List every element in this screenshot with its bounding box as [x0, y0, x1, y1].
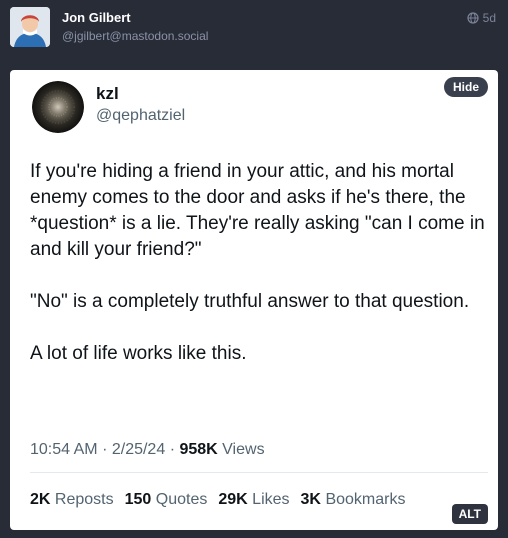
post-timestamp[interactable]: 5d: [467, 11, 496, 25]
tweet-stats: 2K Reposts 150 Quotes 29K Likes 3K Bookmark…: [30, 491, 405, 509]
globe-icon: [467, 12, 479, 24]
tweet-metadata: 10:54 AM · 2/25/24 · 958K Views: [30, 441, 265, 459]
quotes-label: Quotes: [155, 491, 208, 508]
meta-separator: ·: [102, 441, 108, 458]
tweet-divider: [30, 472, 488, 473]
tweet-avatar-illustration: [32, 81, 84, 133]
tweet-author-name: kzl: [96, 84, 119, 103]
author-avatar[interactable]: [10, 7, 50, 47]
post-header: Jon Gilbert @jgilbert@mastodon.social 5d: [0, 0, 508, 62]
tweet-time: 10:54 AM: [30, 441, 98, 458]
author-handle[interactable]: @jgilbert@mastodon.social: [62, 29, 208, 43]
bookmarks-count: 3K: [300, 491, 321, 508]
tweet-author-handle: @qephatziel: [96, 107, 186, 124]
tweet-paragraph: A lot of life works like this.: [30, 343, 247, 364]
quotes-count: 150: [124, 491, 152, 508]
meta-separator: ·: [169, 441, 176, 458]
post-time: 5d: [482, 11, 496, 25]
avatar-illustration: [10, 7, 50, 47]
reposts-count: 2K: [30, 491, 51, 508]
alt-text-badge[interactable]: ALT: [451, 504, 488, 524]
quotes-stat: 150 Quotes: [125, 491, 208, 508]
views-count: 958K: [179, 441, 218, 458]
reposts-stat: 2K Reposts: [30, 491, 114, 508]
tweet-body: If you're hiding a friend in your attic,…: [30, 159, 490, 367]
likes-count: 29K: [218, 491, 248, 508]
reposts-label: Reposts: [54, 491, 114, 508]
author-name[interactable]: Jon Gilbert: [62, 10, 131, 25]
views-label: Views: [222, 441, 265, 458]
tweet-author-avatar: [32, 81, 84, 133]
bookmarks-label: Bookmarks: [325, 491, 406, 508]
media-attachment[interactable]: kzl @qephatziel Hide If you're hiding a …: [10, 70, 498, 530]
tweet-paragraph: If you're hiding a friend in your attic,…: [30, 161, 485, 260]
tweet-paragraph: "No" is a completely truthful answer to …: [30, 291, 470, 312]
tweet-date: 2/25/24: [111, 441, 166, 458]
bookmarks-stat: 3K Bookmarks: [301, 491, 406, 508]
likes-label: Likes: [252, 491, 290, 508]
likes-stat: 29K Likes: [218, 491, 289, 508]
hide-media-button[interactable]: Hide: [443, 77, 488, 97]
